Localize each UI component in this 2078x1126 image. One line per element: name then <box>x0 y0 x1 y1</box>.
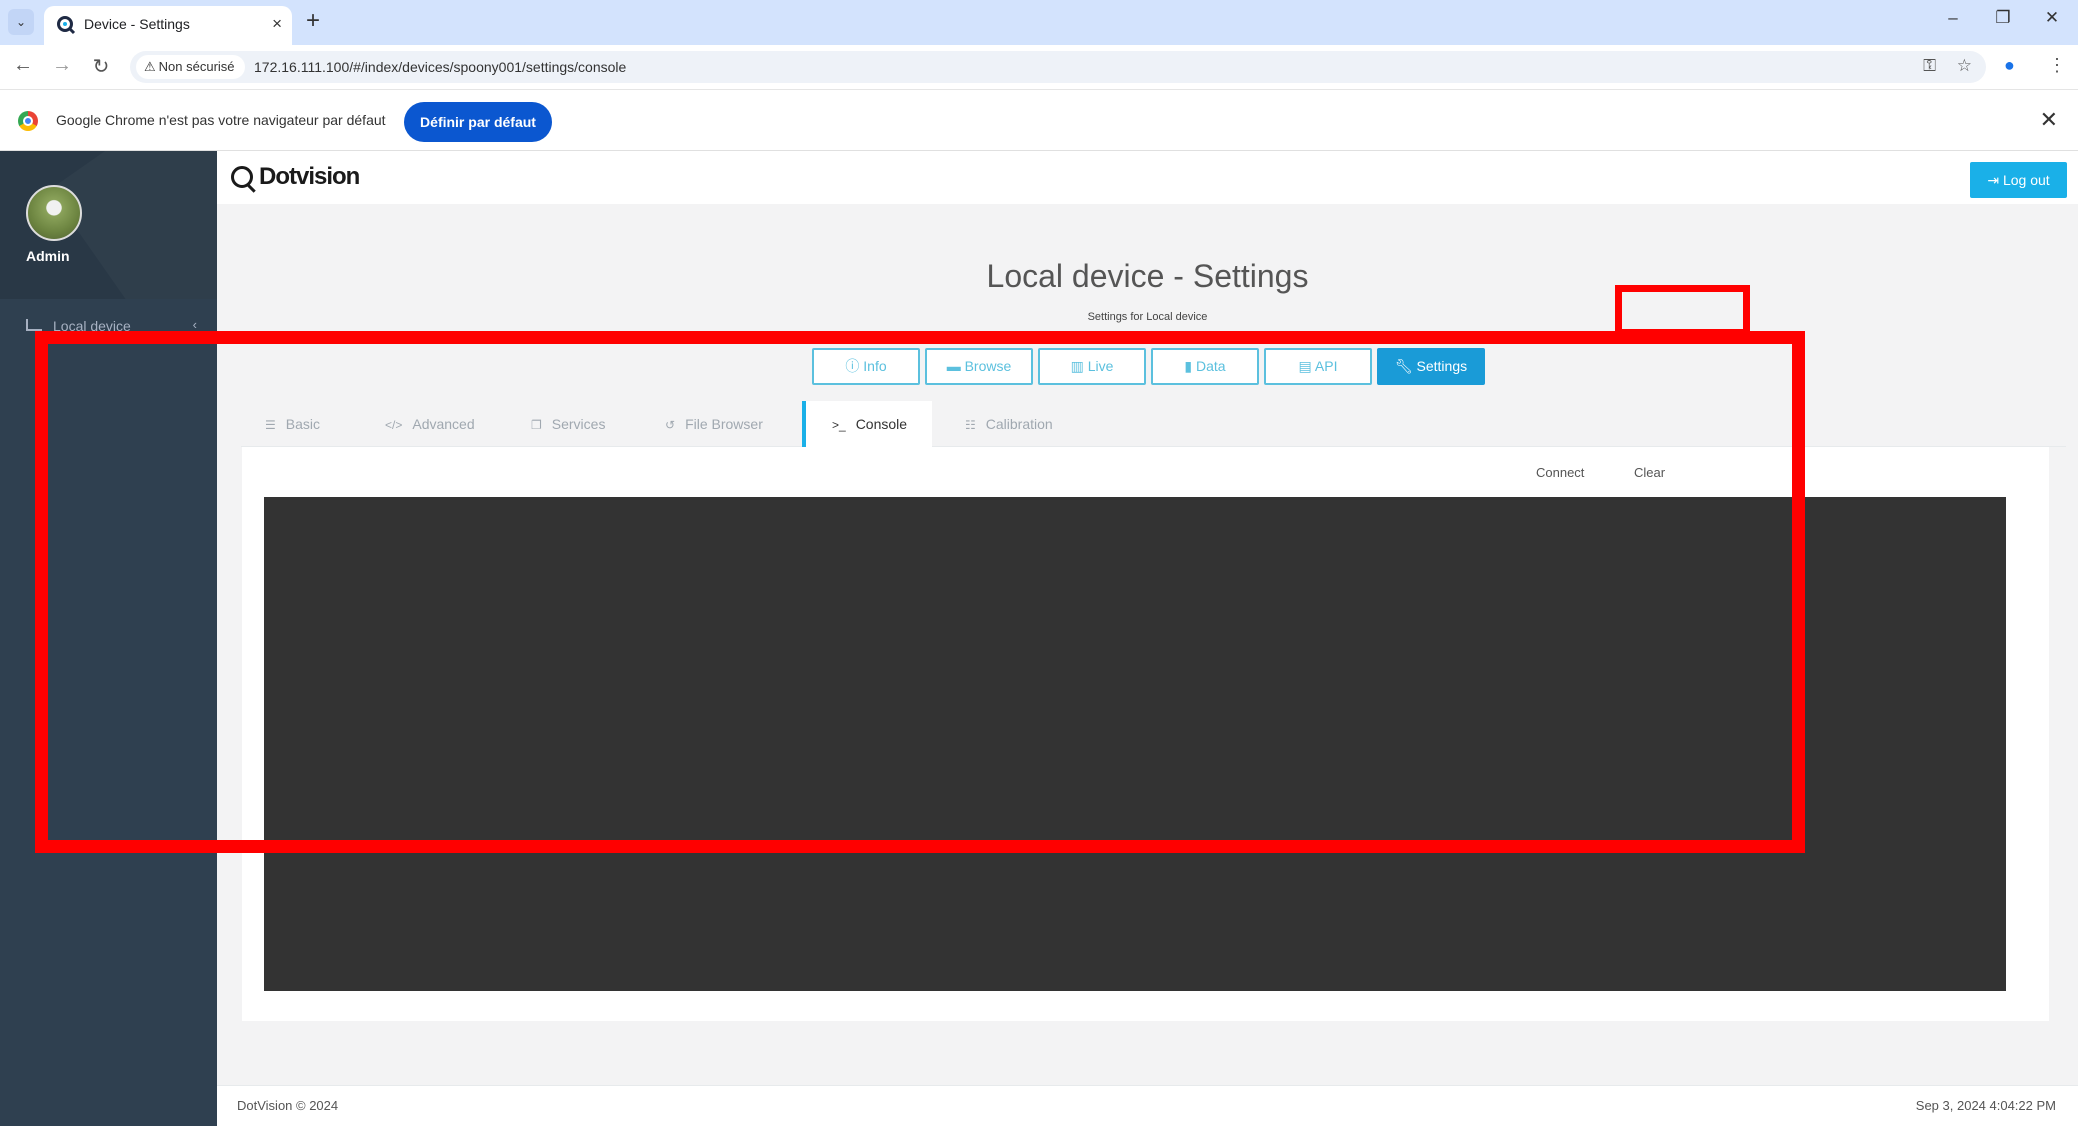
tab-close-icon[interactable]: × <box>272 14 282 34</box>
browser-toolbar: ← → ↻ ⚠ Non sécurisé 172.16.111.100/#/ind… <box>0 45 2078 89</box>
profile-panel: Admin <box>0 151 217 299</box>
password-key-icon[interactable]: ⚿ <box>1923 56 1936 76</box>
infobar-close-icon[interactable]: ✕ <box>2040 107 2058 133</box>
sign-out-icon: ⇥ <box>1987 172 2003 188</box>
back-icon[interactable]: ← <box>10 54 36 77</box>
logout-button[interactable]: ⇥ Log out <box>1970 162 2067 198</box>
security-chip[interactable]: ⚠ Non sécurisé <box>136 55 245 79</box>
chrome-logo-icon <box>18 111 38 131</box>
dotvision-favicon-icon <box>57 16 76 35</box>
dotvision-logo-icon <box>231 166 253 188</box>
menu-icon[interactable]: ⋮ <box>2048 55 2066 76</box>
reload-icon[interactable]: ↻ <box>88 54 114 79</box>
browser-tab[interactable]: Device - Settings × <box>44 6 292 45</box>
browser-tab-strip: ⌄ Device - Settings × + – ❐ ✕ <box>0 0 2078 45</box>
profile-icon[interactable]: ● <box>2004 55 2015 76</box>
chevron-left-icon: ‹ <box>192 317 197 332</box>
set-default-button[interactable]: Définir par défaut <box>404 102 552 142</box>
footer-copyright: DotVision © 2024 <box>237 1098 339 1113</box>
connect-highlight-box <box>1615 285 1750 336</box>
infobar-message: Google Chrome n'est pas votre navigateur… <box>56 112 386 128</box>
footer: DotVision © 2024 Sep 3, 2024 4:04:22 PM <box>217 1085 2078 1126</box>
top-navbar: Dotvision ⇥ Log out <box>217 151 2078 204</box>
restore-icon[interactable]: ❐ <box>1988 8 2018 28</box>
logout-label: Log out <box>2002 172 2050 188</box>
brand-name: Dotvision <box>259 163 360 190</box>
page-subtitle: Settings for Local device <box>1087 311 1208 323</box>
star-icon[interactable]: ☆ <box>1957 56 1972 76</box>
security-label: Non sécurisé <box>158 59 235 74</box>
page-title: Local device - Settings <box>986 258 1309 294</box>
close-icon[interactable]: ✕ <box>2037 8 2067 28</box>
forward-icon[interactable]: → <box>49 54 75 77</box>
user-name[interactable]: Admin <box>26 248 70 264</box>
console-highlight-box <box>35 331 1805 853</box>
minimize-icon[interactable]: – <box>1938 8 1968 28</box>
footer-timestamp: Sep 3, 2024 4:04:22 PM <box>1915 1098 2056 1113</box>
default-browser-infobar: Google Chrome n'est pas votre navigateur… <box>0 89 2078 151</box>
url-text[interactable]: 172.16.111.100/#/index/devices/spoony001… <box>254 59 626 75</box>
address-bar[interactable]: ⚠ Non sécurisé 172.16.111.100/#/index/dev… <box>130 51 1986 83</box>
tab-list-icon[interactable]: ⌄ <box>8 9 34 35</box>
tab-title: Device - Settings <box>84 16 190 32</box>
area-chart-icon <box>26 319 42 331</box>
avatar[interactable] <box>26 185 82 241</box>
new-tab-icon[interactable]: + <box>306 7 320 35</box>
warning-icon: ⚠ <box>144 59 156 74</box>
